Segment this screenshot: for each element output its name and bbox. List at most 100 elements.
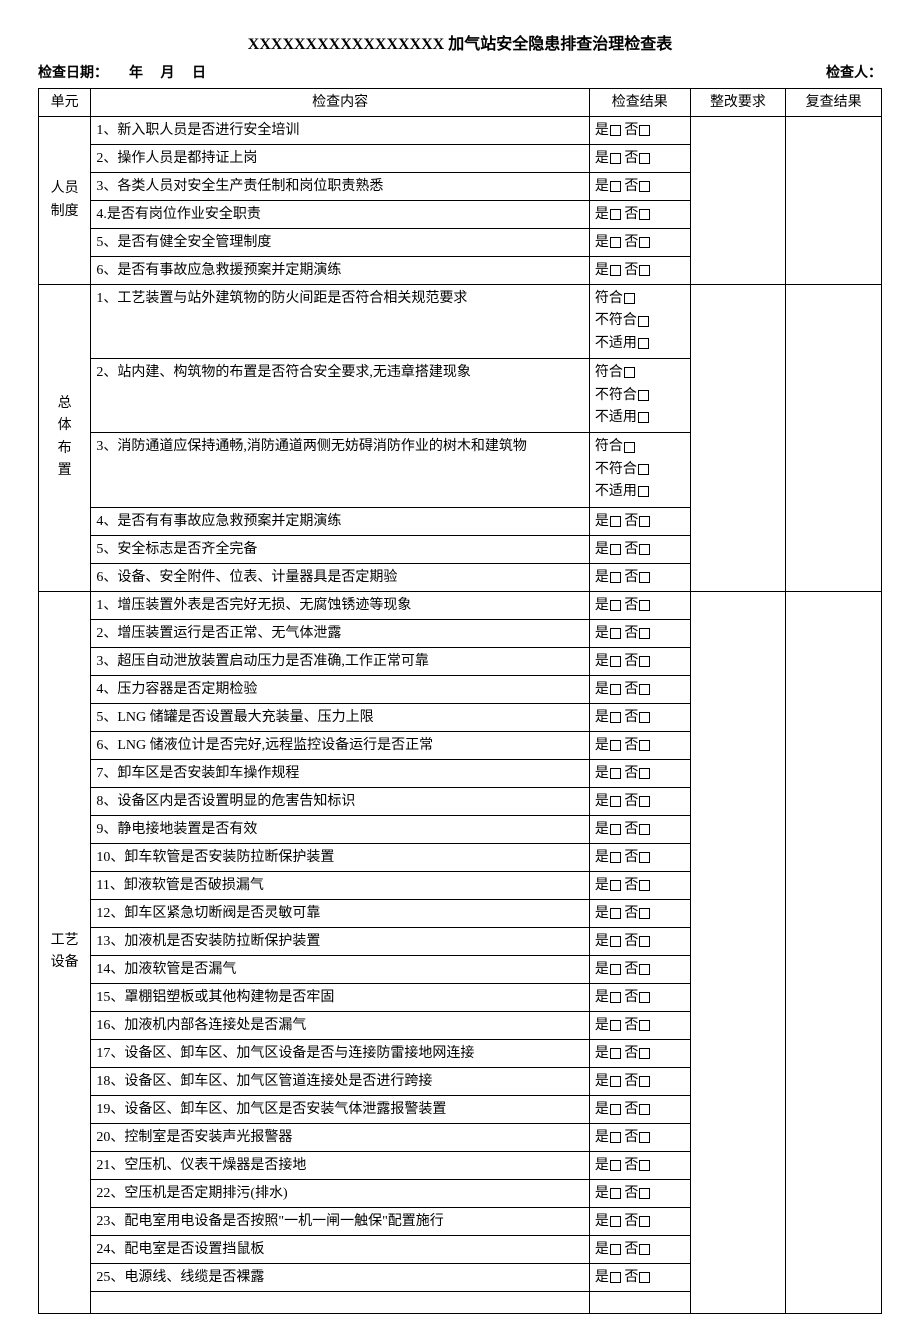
yes-checkbox[interactable]: [610, 824, 621, 835]
yes-checkbox[interactable]: [610, 656, 621, 667]
no-checkbox[interactable]: [639, 964, 650, 975]
yes-checkbox[interactable]: [610, 992, 621, 1003]
no-checkbox[interactable]: [639, 880, 650, 891]
no-checkbox[interactable]: [639, 572, 650, 583]
no-label: 否: [624, 1214, 638, 1229]
no-checkbox[interactable]: [639, 1216, 650, 1227]
content-cell: 2、站内建、构筑物的布置是否符合安全要求,无违章搭建现象: [91, 359, 590, 433]
na-checkbox[interactable]: [638, 412, 649, 423]
yes-checkbox[interactable]: [610, 936, 621, 947]
yes-checkbox[interactable]: [610, 908, 621, 919]
no-checkbox[interactable]: [639, 1244, 650, 1255]
header-unit: 单元: [39, 89, 91, 117]
no-label: 否: [624, 934, 638, 949]
no-checkbox[interactable]: [639, 824, 650, 835]
yes-checkbox[interactable]: [610, 572, 621, 583]
nonconform-checkbox[interactable]: [638, 464, 649, 475]
yes-checkbox[interactable]: [610, 1132, 621, 1143]
result-cell: 是 否: [589, 117, 690, 145]
no-checkbox[interactable]: [639, 656, 650, 667]
no-checkbox[interactable]: [639, 1104, 650, 1115]
no-checkbox[interactable]: [639, 125, 650, 136]
no-checkbox[interactable]: [639, 237, 650, 248]
yes-checkbox[interactable]: [610, 1048, 621, 1059]
no-checkbox[interactable]: [639, 181, 650, 192]
result-cell: 符合不符合不适用: [589, 433, 690, 507]
no-checkbox[interactable]: [639, 684, 650, 695]
conform-checkbox[interactable]: [624, 442, 635, 453]
no-checkbox[interactable]: [639, 600, 650, 611]
yes-checkbox[interactable]: [610, 880, 621, 891]
no-checkbox[interactable]: [639, 740, 650, 751]
no-checkbox[interactable]: [639, 1076, 650, 1087]
result-cell: 是 否: [589, 871, 690, 899]
yes-checkbox[interactable]: [610, 153, 621, 164]
yes-checkbox[interactable]: [610, 544, 621, 555]
yes-checkbox[interactable]: [610, 1160, 621, 1171]
conform-checkbox[interactable]: [624, 367, 635, 378]
no-checkbox[interactable]: [639, 516, 650, 527]
no-checkbox[interactable]: [639, 796, 650, 807]
yes-checkbox[interactable]: [610, 796, 621, 807]
result-cell: 是 否: [589, 983, 690, 1011]
no-checkbox[interactable]: [639, 936, 650, 947]
yes-checkbox[interactable]: [610, 1272, 621, 1283]
no-checkbox[interactable]: [639, 265, 650, 276]
yes-checkbox[interactable]: [610, 684, 621, 695]
no-checkbox[interactable]: [639, 1132, 650, 1143]
yes-checkbox[interactable]: [610, 265, 621, 276]
yes-checkbox[interactable]: [610, 1188, 621, 1199]
no-checkbox[interactable]: [639, 712, 650, 723]
nonconform-checkbox[interactable]: [638, 390, 649, 401]
unit-cell: 工艺设备: [39, 591, 91, 1313]
yes-checkbox[interactable]: [610, 209, 621, 220]
yes-checkbox[interactable]: [610, 516, 621, 527]
yes-checkbox[interactable]: [610, 712, 621, 723]
conform-row: 符合: [595, 362, 685, 384]
yes-checkbox[interactable]: [610, 125, 621, 136]
no-label: 否: [624, 906, 638, 921]
yes-checkbox[interactable]: [610, 740, 621, 751]
yes-checkbox[interactable]: [610, 852, 621, 863]
yes-checkbox[interactable]: [610, 1104, 621, 1115]
yes-checkbox[interactable]: [610, 237, 621, 248]
no-checkbox[interactable]: [639, 628, 650, 639]
no-checkbox[interactable]: [639, 209, 650, 220]
yes-checkbox[interactable]: [610, 1244, 621, 1255]
no-label: 否: [624, 151, 638, 166]
no-checkbox[interactable]: [639, 852, 650, 863]
yes-checkbox[interactable]: [610, 768, 621, 779]
yes-checkbox[interactable]: [610, 1020, 621, 1031]
no-label: 否: [624, 570, 638, 585]
no-checkbox[interactable]: [639, 908, 650, 919]
na-checkbox[interactable]: [638, 338, 649, 349]
no-checkbox[interactable]: [639, 1020, 650, 1031]
no-checkbox[interactable]: [639, 1188, 650, 1199]
date-month: 月: [161, 62, 175, 82]
inspector-label: 检查人：: [826, 66, 882, 81]
yes-checkbox[interactable]: [610, 181, 621, 192]
yes-checkbox[interactable]: [610, 1216, 621, 1227]
no-checkbox[interactable]: [639, 1272, 650, 1283]
no-checkbox[interactable]: [639, 153, 650, 164]
yes-checkbox[interactable]: [610, 600, 621, 611]
no-checkbox[interactable]: [639, 1048, 650, 1059]
yes-checkbox[interactable]: [610, 964, 621, 975]
conform-checkbox[interactable]: [624, 293, 635, 304]
no-label: 否: [624, 1270, 638, 1285]
content-cell: 19、设备区、卸车区、加气区是否安装气体泄露报警装置: [91, 1095, 590, 1123]
content-cell: 21、空压机、仪表干燥器是否接地: [91, 1151, 590, 1179]
nonconform-checkbox[interactable]: [638, 316, 649, 327]
no-checkbox[interactable]: [639, 544, 650, 555]
na-checkbox[interactable]: [638, 486, 649, 497]
table-row: 人员制度1、新入职人员是否进行安全培训是 否: [39, 117, 882, 145]
result-cell: 是 否: [589, 927, 690, 955]
no-checkbox[interactable]: [639, 1160, 650, 1171]
yes-checkbox[interactable]: [610, 628, 621, 639]
yes-checkbox[interactable]: [610, 1076, 621, 1087]
no-checkbox[interactable]: [639, 992, 650, 1003]
no-label: 否: [624, 179, 638, 194]
content-cell: 2、增压装置运行是否正常、无气体泄露: [91, 619, 590, 647]
no-checkbox[interactable]: [639, 768, 650, 779]
yes-label: 是: [595, 1242, 609, 1257]
